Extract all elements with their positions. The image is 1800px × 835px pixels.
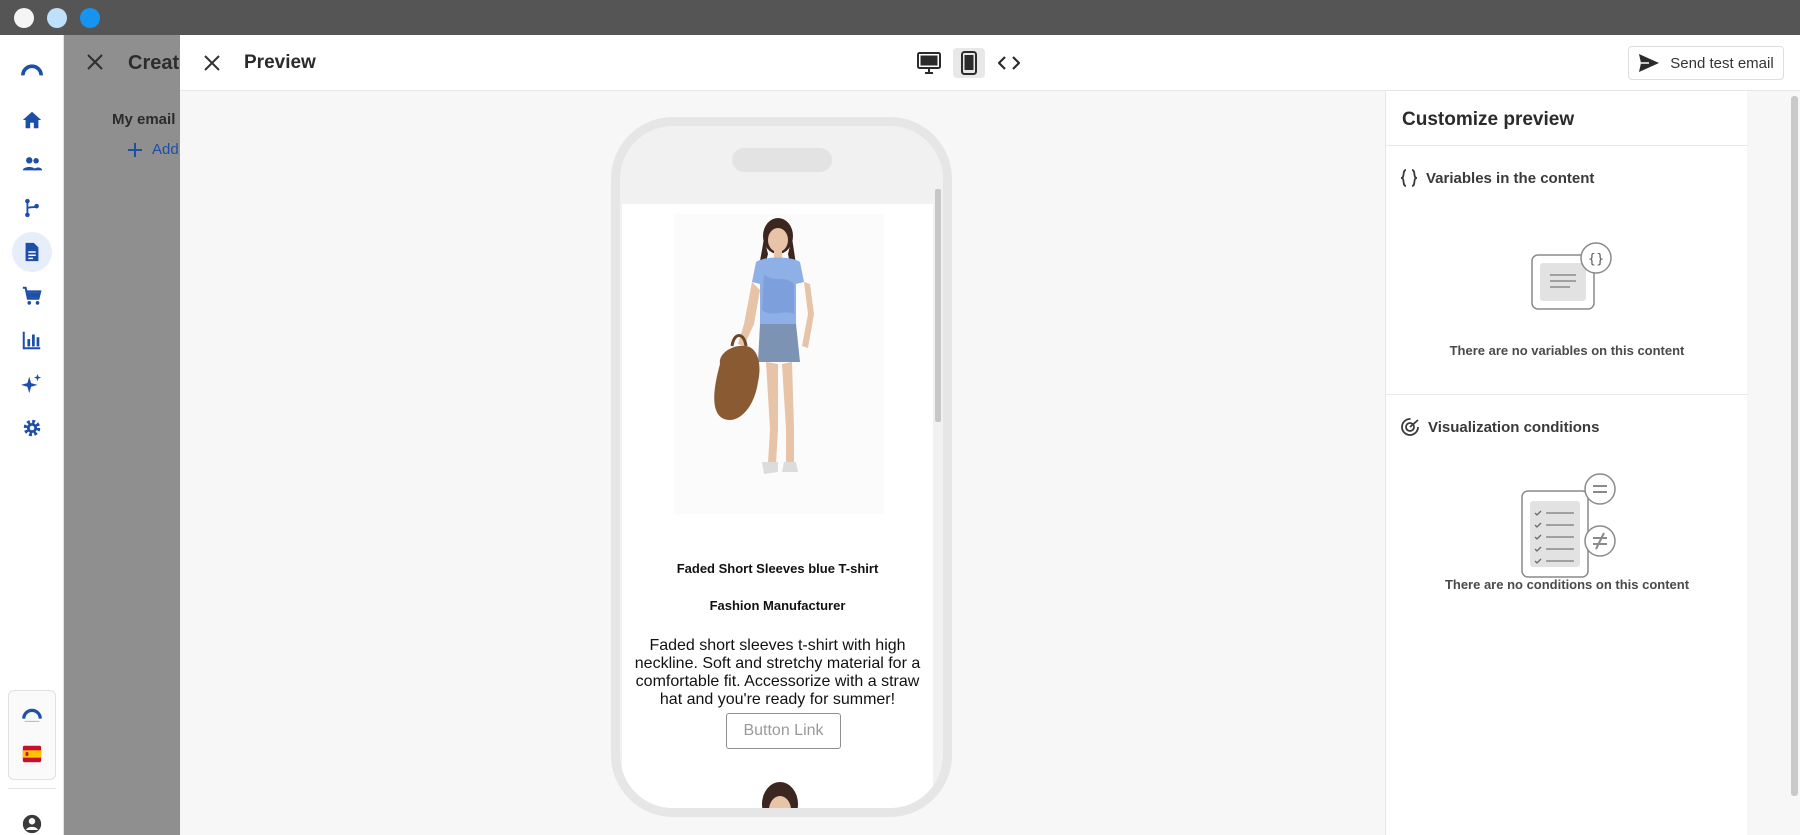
- variables-heading: Variables in the content: [1426, 169, 1595, 187]
- panel-scrollbar[interactable]: [1791, 96, 1798, 796]
- brand-logo-icon: [21, 64, 43, 76]
- analytics-icon: [22, 331, 41, 350]
- variables-section-header: Variables in the content: [1400, 169, 1594, 187]
- nav-contacts[interactable]: [12, 144, 52, 184]
- customize-title: Customize preview: [1402, 109, 1575, 130]
- variables-empty-text: There are no variables on this content: [1449, 343, 1685, 358]
- editor-close-button[interactable]: [86, 53, 104, 76]
- nav-ai[interactable]: [12, 364, 52, 404]
- customize-divider: [1386, 145, 1748, 146]
- code-view-button[interactable]: [993, 48, 1025, 78]
- background-editor: Create My email Add: [64, 35, 190, 835]
- conditions-empty-text: There are no conditions on this content: [1444, 577, 1690, 592]
- conditions-empty-illustration: [1521, 473, 1616, 578]
- mobile-view-button[interactable]: [953, 48, 985, 78]
- email-button-link[interactable]: Button Link: [726, 713, 841, 749]
- code-icon: [998, 56, 1020, 70]
- send-test-email-label: Send test email: [1670, 54, 1774, 72]
- preview-title: Preview: [244, 52, 316, 73]
- preview-modal: Preview Send test email Faded Short Slee…: [180, 35, 1800, 835]
- variables-empty-illustration: {}: [1531, 242, 1612, 310]
- editor-subtitle: My email: [112, 111, 176, 128]
- settings-icon: [23, 419, 41, 437]
- conditions-heading: Visualization conditions: [1428, 418, 1600, 436]
- nav-divider: [8, 788, 56, 789]
- preview-close-button[interactable]: [200, 51, 224, 75]
- close-icon: [204, 55, 220, 71]
- plus-icon: [128, 142, 142, 157]
- close-icon: [87, 54, 103, 70]
- desktop-icon: [917, 52, 941, 74]
- nav-account[interactable]: [12, 804, 52, 835]
- email-preview-content[interactable]: Faded Short Sleeves blue T-shirt Fashion…: [622, 204, 933, 808]
- nav-ecommerce[interactable]: [12, 276, 52, 316]
- next-product-image: [762, 782, 798, 808]
- app-nav-rail: [0, 35, 64, 835]
- automation-icon: [25, 198, 39, 218]
- editor-add-link[interactable]: Add: [128, 141, 179, 158]
- nav-settings[interactable]: [12, 408, 52, 448]
- nav-home[interactable]: [12, 100, 52, 140]
- desktop-view-button[interactable]: [913, 48, 945, 78]
- window-titlebar: [0, 0, 1800, 35]
- contacts-icon: [22, 157, 43, 171]
- product-description: Faded short sleeves t-shirt with high ne…: [634, 637, 921, 708]
- product-manufacturer: Fashion Manufacturer: [709, 598, 846, 613]
- phone-notch: [732, 148, 832, 172]
- window-maximize-dot[interactable]: [80, 8, 100, 28]
- window-minimize-dot[interactable]: [47, 8, 67, 28]
- home-icon: [22, 111, 42, 129]
- ai-sparkle-icon: [21, 373, 42, 394]
- mobile-preview-frame: Faded Short Sleeves blue T-shirt Fashion…: [611, 117, 952, 817]
- visualization-target-icon: [1401, 418, 1419, 436]
- preview-header: Preview Send test email: [180, 35, 1800, 91]
- mobile-icon: [961, 51, 977, 75]
- send-icon: [1639, 54, 1660, 72]
- nav-language[interactable]: [12, 734, 52, 774]
- editor-add-label: Add: [152, 141, 179, 158]
- product-title: Faded Short Sleeves blue T-shirt: [676, 561, 879, 576]
- spain-flag-icon: [22, 745, 42, 763]
- product-image: [674, 214, 884, 514]
- send-test-email-button[interactable]: Send test email: [1628, 46, 1784, 80]
- window-close-dot[interactable]: [14, 8, 34, 28]
- brand-logo[interactable]: [12, 49, 52, 89]
- svg-text:{}: {}: [1588, 252, 1605, 267]
- brand-logo-icon: [22, 708, 42, 722]
- section-divider: [1386, 394, 1748, 395]
- braces-icon: [1400, 169, 1418, 187]
- nav-brand[interactable]: [12, 694, 52, 734]
- phone-scrollbar[interactable]: [935, 189, 941, 422]
- nav-content[interactable]: [12, 232, 52, 272]
- nav-automation[interactable]: [12, 188, 52, 228]
- cart-icon: [22, 286, 42, 305]
- customize-preview-panel: Customize preview Variables in the conte…: [1385, 91, 1748, 835]
- account-icon: [22, 814, 42, 834]
- conditions-section-header: Visualization conditions: [1400, 417, 1599, 437]
- nav-analytics[interactable]: [12, 320, 52, 360]
- content-icon: [25, 242, 39, 262]
